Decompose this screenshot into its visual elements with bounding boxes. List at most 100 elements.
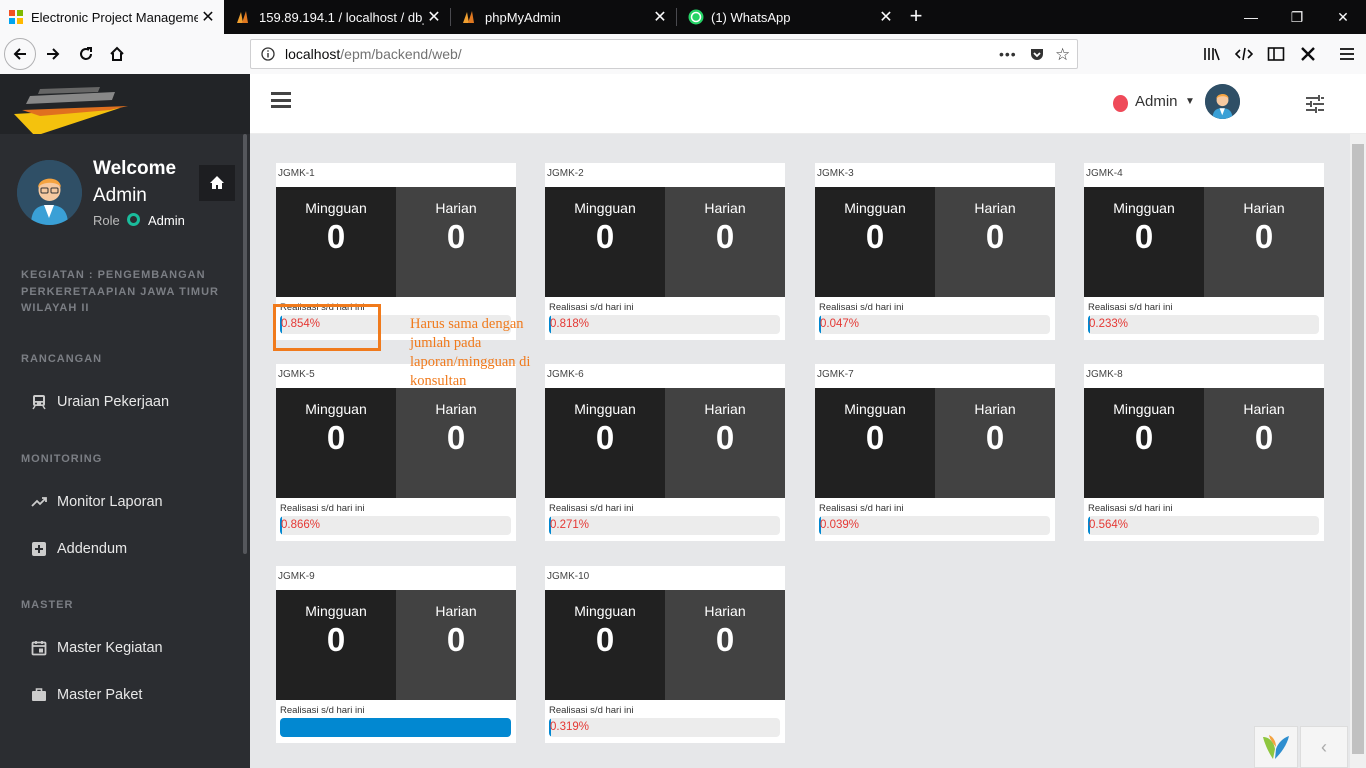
mingguan-label: Mingguan [1113, 200, 1175, 216]
sidebar-item-master-paket[interactable]: Master Paket [30, 686, 142, 704]
library-icon[interactable] [1196, 38, 1228, 70]
reload-button[interactable] [70, 38, 102, 70]
close-tab-icon[interactable]: ✕ [650, 7, 670, 27]
mingguan-panel: Mingguan 0 [1084, 388, 1204, 498]
forward-button[interactable] [37, 38, 69, 70]
chevron-down-icon[interactable]: ▼ [1185, 96, 1195, 107]
settings-sliders-icon[interactable] [1305, 94, 1325, 114]
annotation-highlight-box [273, 304, 381, 351]
project-card: JGMK-9 Mingguan 0 Harian 0 Realisasi s/d hari… [276, 566, 516, 743]
realisasi-percent: 0.233% [1089, 318, 1129, 330]
close-tab-icon[interactable]: ✕ [198, 7, 218, 27]
pocket-icon[interactable] [1029, 46, 1045, 67]
mingguan-panel: Mingguan 0 [545, 590, 665, 700]
realisasi-label: Realisasi s/d hari ini [280, 705, 365, 716]
restore-button[interactable]: ❐ [1274, 0, 1320, 34]
tab-separator [450, 8, 451, 26]
harian-value: 0 [985, 218, 1005, 255]
calendar-icon [30, 639, 48, 657]
sidebar-item-label: Uraian Pekerjaan [57, 394, 170, 410]
yii-debug-button[interactable] [1254, 726, 1298, 768]
card-title: JGMK-3 [817, 168, 854, 179]
harian-label: Harian [974, 200, 1016, 216]
mingguan-label: Mingguan [305, 603, 367, 619]
brand-logo[interactable] [0, 74, 250, 136]
home-icon [210, 176, 224, 189]
realisasi-label: Realisasi s/d hari ini [819, 302, 904, 313]
user-avatar[interactable] [1205, 84, 1240, 119]
home-shortcut-button[interactable] [199, 165, 235, 201]
dashboard-content: JGMK-1 Mingguan 0 Harian 0 Realisasi s/d hari… [250, 134, 1350, 768]
realisasi-percent: 0.866% [281, 519, 321, 531]
mingguan-panel: Mingguan 0 [276, 187, 396, 297]
home-button[interactable] [101, 38, 133, 70]
project-card: JGMK-7 Mingguan 0 Harian 0 Realisasi s/d hari… [815, 364, 1055, 541]
tab-phpmyadmin[interactable]: phpMyAdmin ✕ [454, 0, 676, 34]
minimize-button[interactable]: — [1228, 0, 1274, 34]
phpmyadmin-icon [236, 9, 252, 25]
harian-value: 0 [446, 218, 466, 255]
sidebar-scrollbar[interactable] [243, 134, 247, 554]
back-button[interactable] [4, 38, 36, 70]
user-menu-name[interactable]: Admin [1135, 93, 1178, 110]
developer-tools-icon[interactable] [1228, 38, 1260, 70]
realisasi-progress-bar: 0.047% [819, 315, 1050, 334]
harian-value: 0 [715, 218, 735, 255]
hamburger-menu-icon[interactable] [271, 92, 291, 108]
mingguan-panel: Mingguan 0 [545, 388, 665, 498]
mingguan-label: Mingguan [574, 401, 636, 417]
harian-value: 0 [446, 419, 466, 456]
project-card: JGMK-8 Mingguan 0 Harian 0 Realisasi s/d hari… [1084, 364, 1324, 541]
tab-db[interactable]: 159.89.194.1 / localhost / db_ep ✕ [228, 0, 450, 34]
project-card: JGMK-3 Mingguan 0 Harian 0 Realisasi s/d hari… [815, 163, 1055, 340]
mingguan-value: 0 [326, 621, 346, 658]
card-title: JGMK-2 [547, 168, 584, 179]
sidebar-item-label: Master Paket [57, 687, 143, 703]
sidebar-item-addendum[interactable]: Addendum [30, 540, 127, 558]
harian-panel: Harian 0 [1204, 187, 1324, 297]
harian-value: 0 [715, 419, 735, 456]
info-icon[interactable] [261, 47, 275, 61]
section-rancangan: RANCANGAN [21, 353, 103, 365]
url-bar[interactable]: localhost/epm/backend/web/ ••• ☆ [250, 39, 1078, 69]
sidebar-item-monitor-laporan[interactable]: Monitor Laporan [30, 493, 163, 511]
mingguan-value: 0 [326, 419, 346, 456]
url-text[interactable]: localhost/epm/backend/web/ [285, 46, 462, 62]
page-scrollbar-thumb[interactable] [1352, 144, 1364, 754]
project-card: JGMK-4 Mingguan 0 Harian 0 Realisasi s/d hari… [1084, 163, 1324, 340]
harian-panel: Harian 0 [665, 590, 785, 700]
card-title: JGMK-4 [1086, 168, 1123, 179]
trending-up-icon [30, 493, 48, 511]
realisasi-progress-bar: 0.564% [1088, 516, 1319, 535]
card-title: JGMK-6 [547, 369, 584, 380]
sidebar-toggle-icon[interactable] [1260, 38, 1292, 70]
page-actions-icon[interactable]: ••• [999, 46, 1017, 62]
page-scrollbar[interactable] [1350, 134, 1366, 768]
harian-panel: Harian 0 [935, 187, 1055, 297]
avatar[interactable] [17, 160, 82, 225]
sidebar-item-label: Addendum [57, 541, 128, 557]
close-window-button[interactable]: ✕ [1320, 0, 1366, 34]
arrow-right-icon [47, 48, 60, 60]
user-profile: Welcome Admin Role Admin [0, 134, 250, 244]
mingguan-label: Mingguan [1113, 401, 1175, 417]
harian-panel: Harian 0 [396, 187, 516, 297]
sidebar-item-master-kegiatan[interactable]: Master Kegiatan [30, 639, 163, 657]
bookmark-star-icon[interactable]: ☆ [1055, 45, 1070, 65]
harian-label: Harian [974, 401, 1016, 417]
close-tab-icon[interactable]: ✕ [424, 7, 444, 27]
menu-icon[interactable] [1331, 38, 1363, 70]
collapse-toolbar-button[interactable]: ‹ [1300, 726, 1348, 768]
close-tab-icon[interactable]: ✕ [876, 7, 896, 27]
whatsapp-icon [688, 9, 704, 25]
tab-whatsapp[interactable]: (1) WhatsApp ✕ [680, 0, 902, 34]
tab-separator [676, 8, 677, 26]
realisasi-progress-bar: 0.271% [549, 516, 780, 535]
sidebar-item-uraian-pekerjaan[interactable]: Uraian Pekerjaan [30, 393, 169, 411]
extension-x-icon[interactable] [1292, 38, 1324, 70]
app: Welcome Admin Role Admin KEGIATAN : PENG… [0, 74, 1366, 768]
new-tab-button[interactable]: + [904, 4, 928, 28]
card-title: JGMK-10 [547, 571, 590, 582]
harian-label: Harian [1243, 401, 1285, 417]
tab-epm[interactable]: Electronic Project Management ✕ [0, 0, 224, 34]
